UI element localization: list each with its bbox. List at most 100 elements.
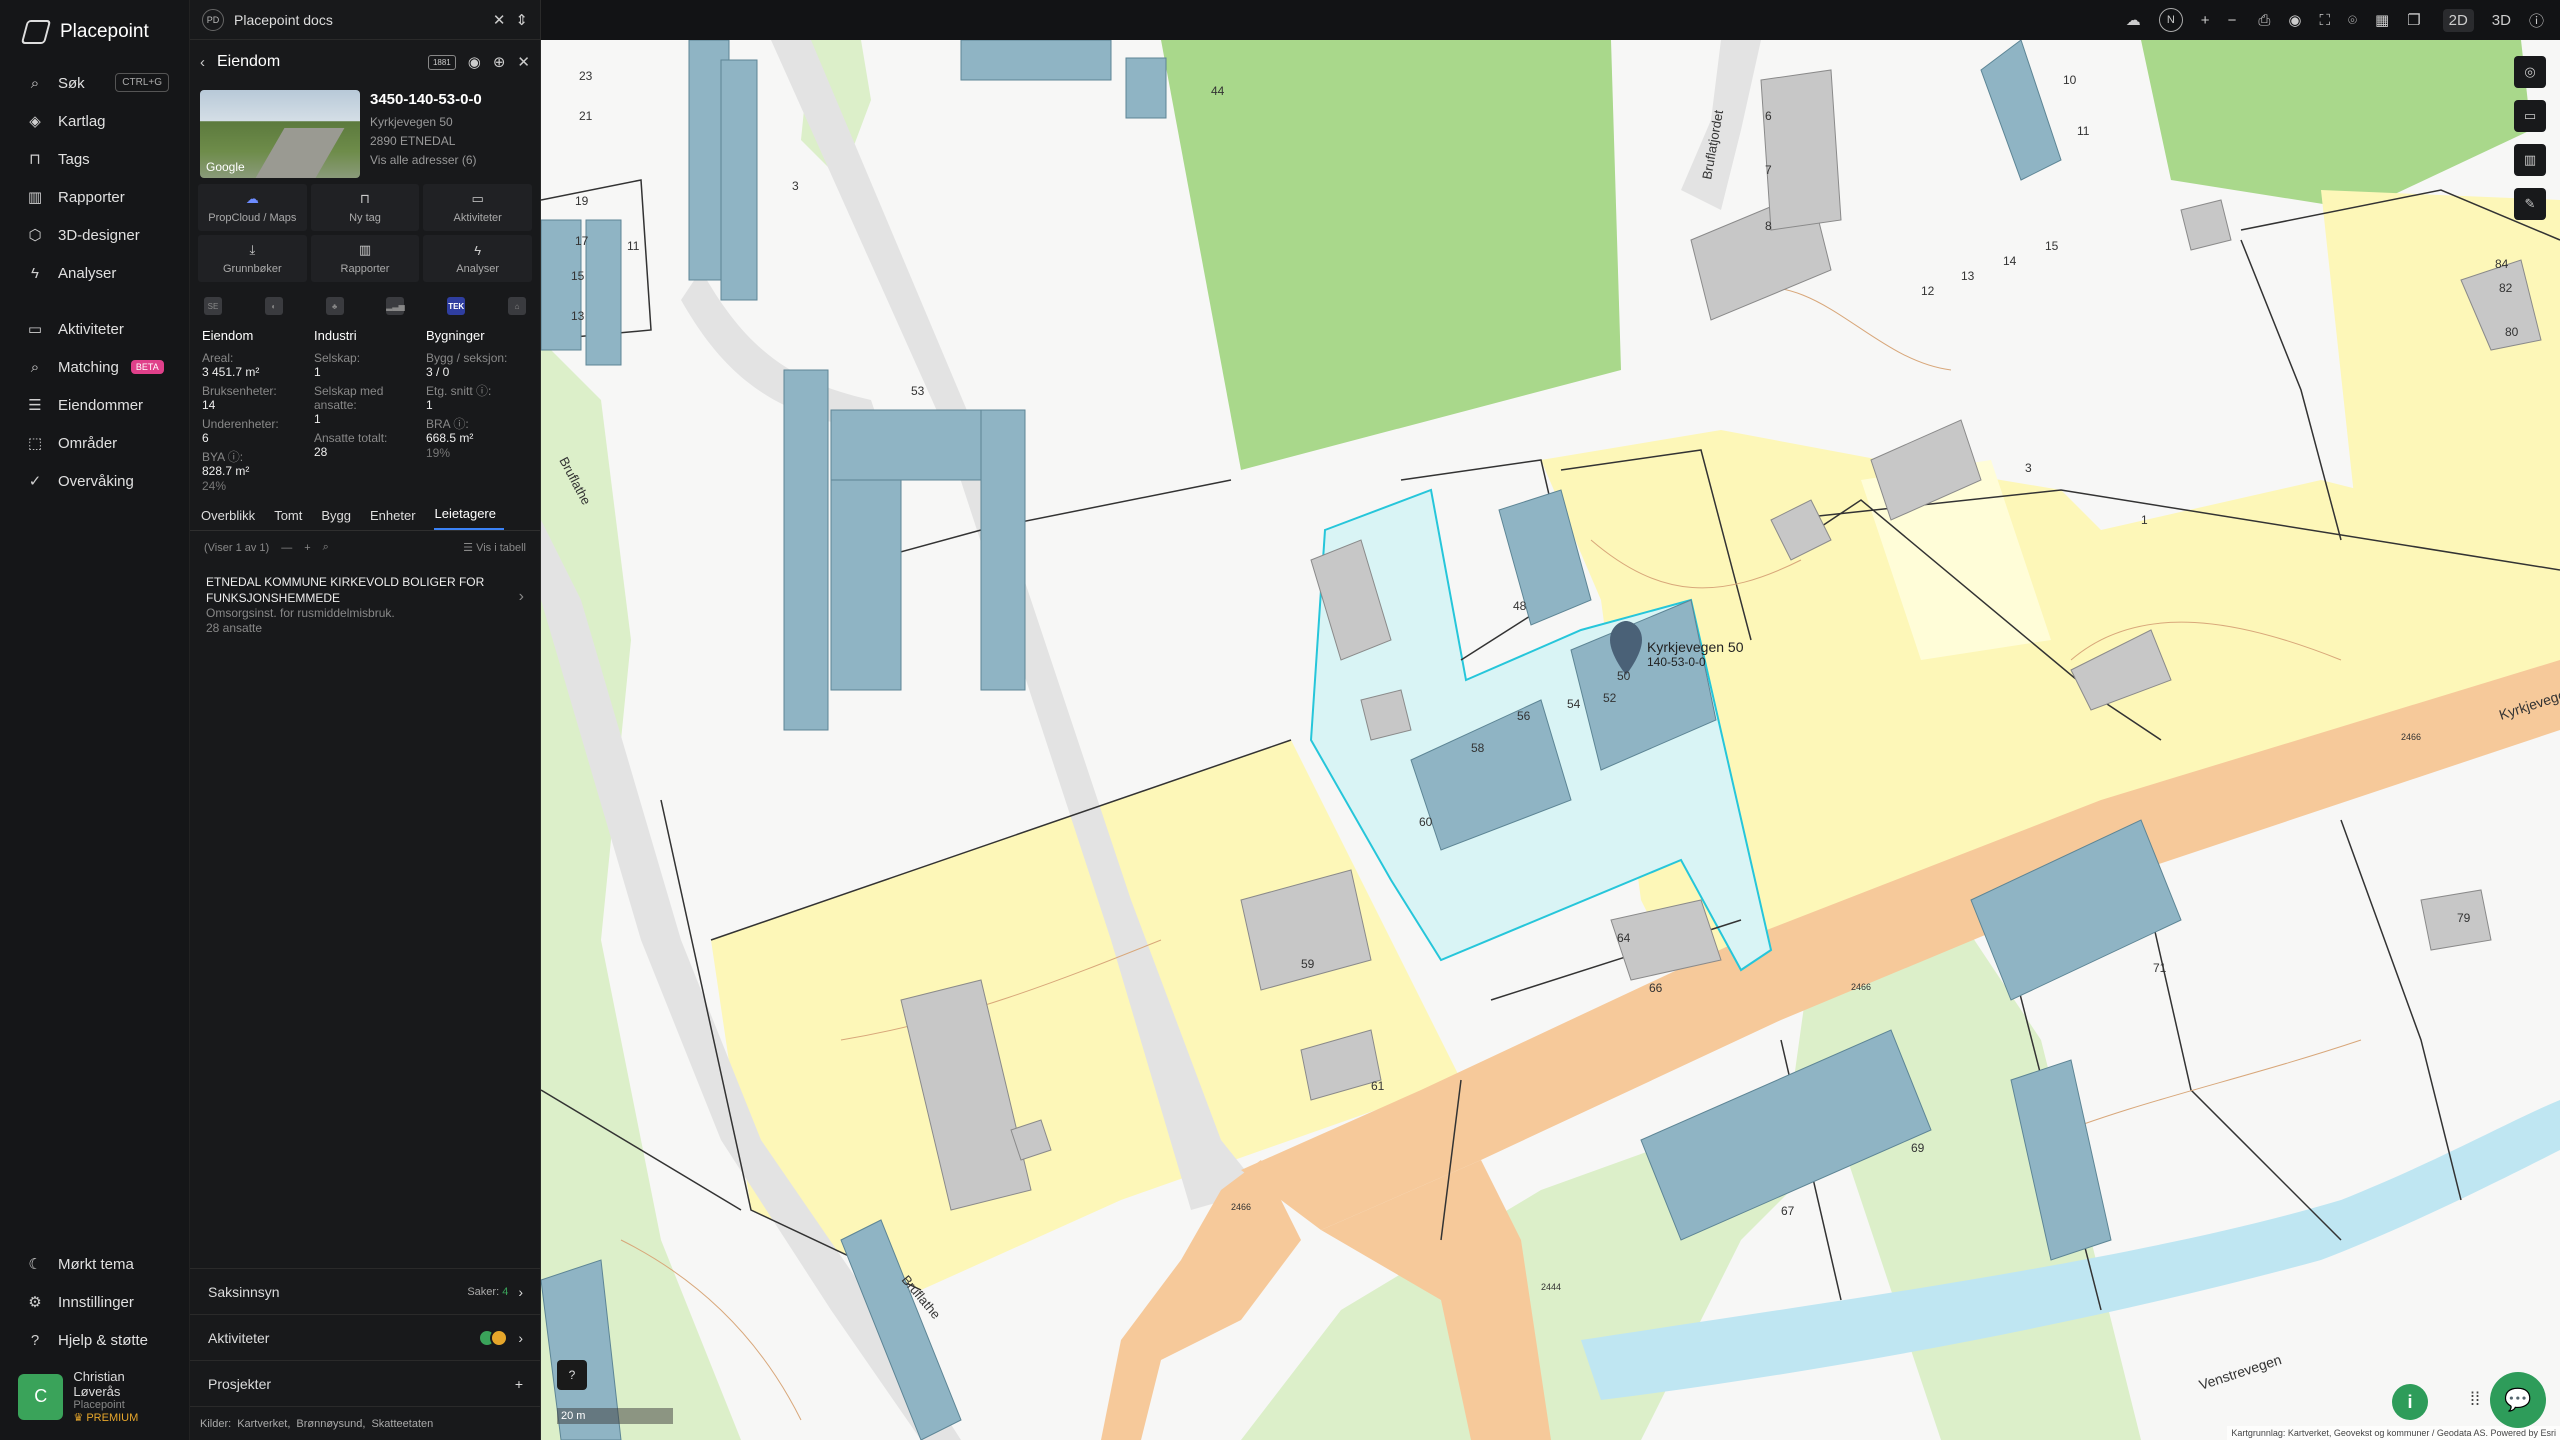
expand-icon[interactable]: ⇕ <box>515 11 528 29</box>
close-icon[interactable]: ✕ <box>493 11 506 29</box>
compass-icon[interactable]: N <box>2158 8 2183 32</box>
fullscreen-icon[interactable]: ⛶ <box>2319 12 2330 29</box>
eye-icon[interactable]: ◉ <box>2288 11 2301 29</box>
action-aktiviteter-button[interactable]: ▭ Aktiviteter <box>423 184 532 231</box>
tab-bygg[interactable]: Bygg <box>320 508 359 530</box>
tab-enheter[interactable]: Enheter <box>369 508 424 530</box>
info-button[interactable]: i <box>2392 1384 2428 1420</box>
street-view-thumbnail[interactable]: Google <box>200 90 360 178</box>
source-icon[interactable]: ⌂ <box>507 297 526 315</box>
measure-tool-icon[interactable]: ▭ <box>2514 100 2546 132</box>
zoom-out-icon[interactable]: − <box>2228 12 2237 29</box>
source-icon[interactable]: ▂▃▅ <box>386 297 405 315</box>
tab-overblikk[interactable]: Overblikk <box>200 508 263 530</box>
back-icon[interactable]: ‹ <box>200 54 205 71</box>
building-number: 11 <box>627 239 640 253</box>
source-icon[interactable]: SE <box>204 297 222 315</box>
source-icon[interactable]: TEK <box>447 297 466 315</box>
nav-item-rapporter[interactable]: ▥ Rapporter <box>0 178 189 216</box>
building-number: 84 <box>2495 257 2509 271</box>
action-rapporter-button[interactable]: ▥ Rapporter <box>310 235 420 282</box>
help-icon[interactable]: ? <box>557 1360 587 1390</box>
add-icon[interactable]: + <box>304 542 310 554</box>
data-source-icons: SE ◐ ♣ ▂▃▅ TEK ⌂ <box>190 288 540 324</box>
close-panel-icon[interactable]: ✕ <box>517 53 530 71</box>
drag-handle-icon[interactable]: ⁞⁞ <box>2470 1389 2480 1410</box>
tab-leietagere[interactable]: Leietagere <box>433 506 504 530</box>
map-svg[interactable]: Kyrkjevegen 50 140-53-0-0 Kyrkjevegen Ve… <box>541 40 2560 1440</box>
map-canvas[interactable]: Kyrkjevegen 50 140-53-0-0 Kyrkjevegen Ve… <box>541 40 2560 1440</box>
nav-item-tags[interactable]: ⊓ Tags <box>0 140 189 178</box>
draw-tool-icon[interactable]: ✎ <box>2514 188 2546 220</box>
building-number: 13 <box>1961 269 1975 283</box>
nav-item-analyser[interactable]: ϟ Analyser <box>0 254 189 292</box>
camera-icon[interactable]: ⌾ <box>2348 12 2357 29</box>
section-label: Prosjekter <box>208 1375 272 1392</box>
bookmark-icon[interactable]: ❐ <box>2407 11 2420 29</box>
all-addresses-link[interactable]: Vis alle adresser (6) <box>370 151 482 170</box>
doc-bar: PD Placepoint docs ✕ ⇕ <box>190 0 540 40</box>
action-label: Aktiviteter <box>453 212 502 224</box>
stat-sub: 19% <box>426 446 451 460</box>
nav-item-sok[interactable]: ⌕ Søk CTRL+G <box>0 64 189 102</box>
print-icon[interactable]: ⎙ <box>2258 12 2270 29</box>
nav-item-designer[interactable]: ⬡ 3D-designer <box>0 216 189 254</box>
mode-3d-button[interactable]: 3D <box>2492 12 2511 29</box>
action-label: Rapporter <box>340 263 390 275</box>
user-card[interactable]: C Christian Løverås Placepoint ♛ PREMIUM <box>0 1359 190 1440</box>
scale-bar: 20 m <box>557 1408 673 1424</box>
nav-item-overvaking[interactable]: ✓ Overvåking <box>0 462 189 500</box>
zoom-in-icon[interactable]: + <box>2201 12 2210 29</box>
source-link[interactable]: Brønnøysund, <box>296 1418 365 1430</box>
building-number: 21 <box>579 109 593 123</box>
action-grunnbøker-button[interactable]: ⤓ Grunnbøker <box>198 235 307 282</box>
nav-item-tema[interactable]: ☾ Mørkt tema <box>0 1245 190 1283</box>
search-icon[interactable]: ⌕ <box>323 541 329 554</box>
property-address[interactable]: Kyrkjevegen 50 <box>370 113 482 132</box>
bookmark-icon: ⊓ <box>359 191 371 206</box>
nav-item-label: Områder <box>58 434 118 452</box>
grid-icon[interactable]: ▦ <box>2375 11 2389 29</box>
nav-item-matching[interactable]: ⌕ Matching BETA <box>0 348 189 386</box>
doc-title[interactable]: Placepoint docs <box>234 12 333 28</box>
chat-button[interactable]: 💬 <box>2490 1372 2546 1428</box>
action-analyser-button[interactable]: ϟ Analyser <box>423 235 532 282</box>
action-propcloud-maps-button[interactable]: ☁ PropCloud / Maps <box>198 184 307 231</box>
map-attribution: Kartgrunnlag: Kartverket, Geovekst og ko… <box>2227 1426 2560 1440</box>
info-icon[interactable]: ⓘ <box>2529 10 2544 31</box>
eye-icon[interactable]: ◉ <box>468 53 481 71</box>
chart-tool-icon[interactable]: ▥ <box>2514 144 2546 176</box>
tab-tomt[interactable]: Tomt <box>273 508 310 530</box>
stat-label: Bruksenheter: <box>202 384 277 398</box>
nav-item-omrader[interactable]: ⬚ Områder <box>0 424 189 462</box>
nav-item-aktiviteter[interactable]: ▭ Aktiviteter <box>0 310 189 348</box>
nav-item-eiendommer[interactable]: ☰ Eiendommer <box>0 386 189 424</box>
source-icon[interactable]: ♣ <box>325 297 344 315</box>
list-item[interactable]: ETNEDAL KOMMUNE KIRKEVOLD BOLIGER FOR FU… <box>190 564 540 646</box>
nav-item-innstillinger[interactable]: ⚙ Innstillinger <box>0 1283 190 1321</box>
mode-2d-button[interactable]: 2D <box>2442 8 2474 32</box>
nav-item-label: Kartlag <box>58 112 106 130</box>
nav-item-kartlag[interactable]: ◈ Kartlag <box>0 102 189 140</box>
section-prosjekter[interactable]: Prosjekter + <box>190 1360 541 1406</box>
beta-badge: BETA <box>130 360 164 374</box>
layers-tool-icon[interactable]: ◎ <box>2514 56 2546 88</box>
cloud-upload-icon[interactable]: ☁ <box>2126 11 2141 29</box>
nav-item-hjelp[interactable]: ? Hjelp & støtte <box>0 1321 190 1359</box>
source-link[interactable]: Skatteetaten <box>371 1418 433 1430</box>
collapse-icon[interactable]: — <box>281 542 292 554</box>
map-toolbar: ☁ N + − ⎙ ◉ ⛶ ⌾ ▦ ❐ 2D 3D ⓘ <box>541 0 2560 40</box>
section-aktiviteter[interactable]: Aktiviteter › <box>190 1314 541 1360</box>
section-saksinnsyn[interactable]: Saksinnsyn Saker: 4 › <box>190 1268 541 1314</box>
view-table-button[interactable]: ☰ Vis i tabell <box>463 541 526 554</box>
action-ny-tag-button[interactable]: ⊓ Ny tag <box>310 184 420 231</box>
chat-icon: ▭ <box>471 191 484 206</box>
road-number: 2466 <box>1231 1202 1251 1212</box>
target-icon[interactable]: ⊕ <box>493 53 506 71</box>
1881-tag[interactable]: 1881 <box>427 54 456 70</box>
list-count: (Viser 1 av 1) <box>204 541 270 554</box>
source-icon[interactable]: ◐ <box>264 297 283 315</box>
add-project-button[interactable]: + <box>515 1376 523 1392</box>
brand[interactable]: Placepoint <box>0 0 189 64</box>
source-link[interactable]: Kartverket, <box>237 1418 290 1430</box>
